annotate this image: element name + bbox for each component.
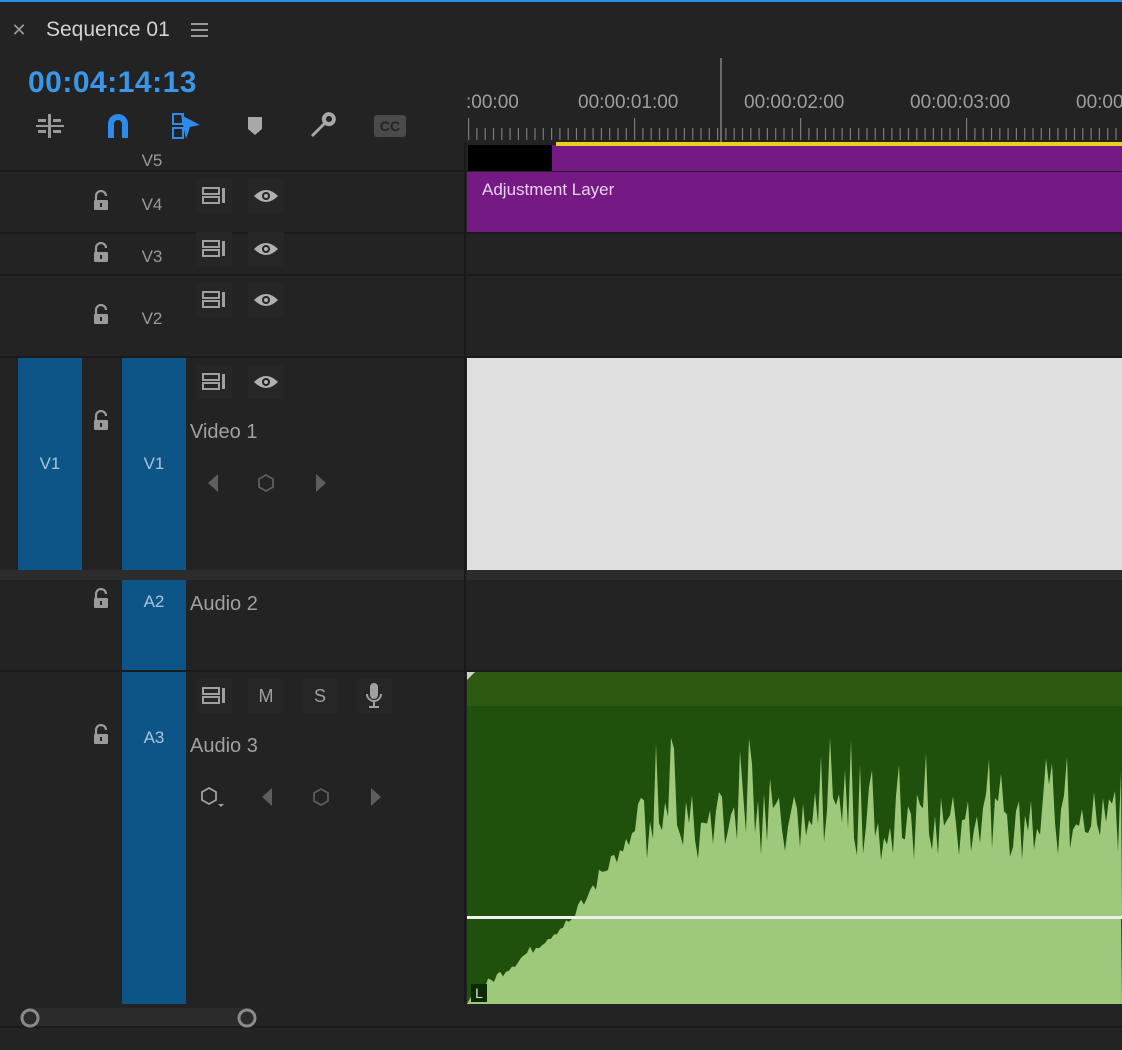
lock-icon[interactable]	[92, 190, 112, 212]
v5-clip[interactable]	[552, 145, 1122, 171]
linked-selection-icon[interactable]	[168, 110, 204, 142]
panel-menu-icon[interactable]	[190, 22, 210, 38]
video-audio-divider[interactable]	[0, 570, 1122, 580]
eye-icon[interactable]	[248, 283, 284, 317]
audio-waveform	[467, 672, 1122, 1004]
ruler-label: :00:00	[466, 92, 519, 113]
scroll-track-divider	[0, 1026, 1122, 1028]
ruler-ticks	[468, 118, 1117, 140]
timeline-scroll-area	[0, 1004, 1122, 1050]
toggle-sync-lock-icon[interactable]	[196, 365, 232, 399]
header-separator	[464, 142, 466, 1006]
track-label-v3[interactable]: V3	[132, 247, 172, 267]
next-keyframe-icon[interactable]	[365, 786, 385, 808]
captions-cc-icon[interactable]: CC	[372, 110, 408, 142]
insert-edit-icon[interactable]	[32, 110, 68, 142]
track-label-v4[interactable]: V4	[132, 195, 172, 215]
audio-3-clip[interactable]: L	[467, 672, 1122, 1004]
channel-label: L	[471, 984, 487, 1002]
zoom-scrollbar[interactable]	[22, 1008, 254, 1026]
track-target-v1[interactable]: V1	[122, 358, 186, 570]
voice-over-record-icon[interactable]	[356, 679, 392, 713]
add-marker-icon[interactable]	[237, 110, 273, 142]
track-divider	[0, 170, 466, 172]
ruler-label: 00:00:03:00	[910, 92, 1011, 113]
track-divider	[0, 274, 466, 276]
track-divider	[466, 274, 1122, 276]
snap-magnet-icon[interactable]	[100, 110, 136, 142]
ruler-label: 00:00:02:00	[744, 92, 845, 113]
video-1-clip[interactable]	[467, 358, 1122, 570]
scrollbar-left-handle[interactable]	[19, 1007, 41, 1029]
svg-text:CC: CC	[380, 118, 400, 134]
render-bar	[556, 142, 1122, 146]
toggle-sync-lock-icon[interactable]	[196, 679, 232, 713]
adjustment-layer-clip[interactable]: Adjustment Layer	[467, 172, 1122, 232]
sequence-tab-title[interactable]: Sequence 01	[46, 18, 170, 42]
track-name-audio-2[interactable]: Audio 2	[190, 593, 258, 616]
toggle-sync-lock-icon[interactable]	[196, 232, 232, 266]
toggle-sync-lock-icon[interactable]	[196, 179, 232, 213]
track-name-audio-3[interactable]: Audio 3	[190, 735, 258, 758]
track-target-a3[interactable]: A3	[122, 672, 186, 1004]
eye-icon[interactable]	[248, 179, 284, 213]
solo-track-button[interactable]: S	[302, 679, 338, 713]
add-keyframe-icon[interactable]	[256, 472, 276, 494]
previous-keyframe-icon[interactable]	[204, 472, 224, 494]
ruler-label: 00:00:01:00	[578, 92, 679, 113]
panel-tab-bar: ✕ Sequence 01	[0, 2, 1122, 56]
source-patch-v1[interactable]: V1	[18, 358, 82, 570]
previous-keyframe-icon[interactable]	[258, 786, 278, 808]
eye-icon[interactable]	[248, 365, 284, 399]
lock-icon[interactable]	[92, 304, 112, 326]
time-ruler[interactable]: :00:00 00:00:01:00 00:00:02:00 00:00:03:…	[466, 56, 1122, 142]
clip-name: Adjustment Layer	[482, 180, 615, 199]
track-target-a2[interactable]: A2	[122, 580, 186, 670]
track-label-v2[interactable]: V2	[132, 309, 172, 329]
ruler-label: 00:00	[1076, 92, 1122, 113]
lock-icon[interactable]	[92, 724, 112, 746]
mute-track-button[interactable]: M	[248, 679, 284, 713]
playhead-line[interactable]	[720, 58, 722, 142]
scrollbar-right-handle[interactable]	[236, 1007, 258, 1029]
eye-icon[interactable]	[248, 232, 284, 266]
lock-icon[interactable]	[92, 410, 112, 432]
playhead-timecode[interactable]: 00:04:14:13	[28, 66, 197, 100]
track-divider	[466, 232, 1122, 234]
close-tab-icon[interactable]: ✕	[10, 20, 28, 40]
track-divider	[0, 232, 466, 234]
track-label-v5[interactable]: V5	[132, 151, 172, 171]
unrendered-segment	[468, 145, 552, 171]
track-name-video-1[interactable]: Video 1	[190, 421, 257, 444]
next-keyframe-icon[interactable]	[310, 472, 330, 494]
settings-wrench-icon[interactable]	[304, 110, 340, 142]
lock-icon[interactable]	[92, 588, 112, 610]
add-keyframe-icon[interactable]	[311, 786, 331, 808]
toggle-sync-lock-icon[interactable]	[196, 283, 232, 317]
keyframe-options-icon[interactable]	[200, 785, 226, 809]
lock-icon[interactable]	[92, 242, 112, 264]
